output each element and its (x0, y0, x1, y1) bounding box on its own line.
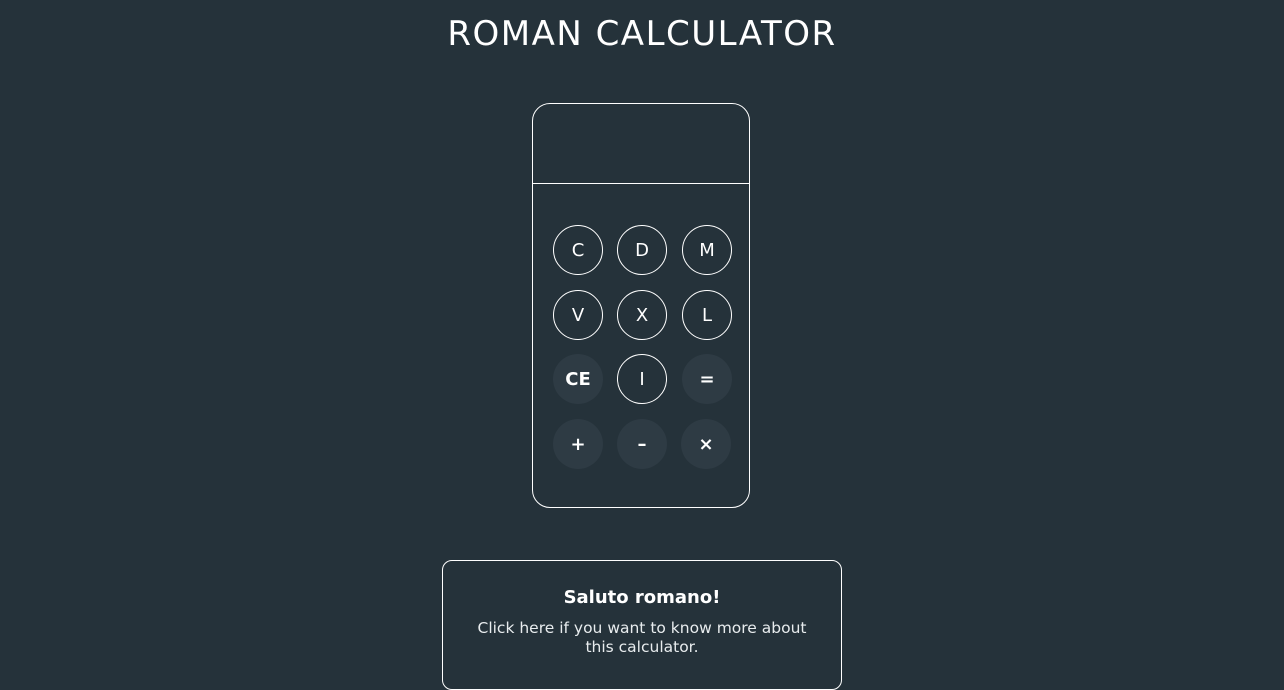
key-d-button[interactable]: D (617, 225, 667, 275)
key-l-button[interactable]: L (682, 290, 732, 340)
calculator: C D M V X L CE I = + – × (532, 103, 750, 508)
info-heading: Saluto romano! (563, 587, 721, 608)
key-m-button[interactable]: M (682, 225, 732, 275)
key-i-button[interactable]: I (617, 354, 667, 404)
calculator-display (533, 104, 749, 184)
page-title: ROMAN CALCULATOR (447, 14, 837, 54)
key-c-button[interactable]: C (553, 225, 603, 275)
info-card-link[interactable]: Saluto romano! Click here if you want to… (442, 560, 842, 690)
plus-button[interactable]: + (553, 419, 603, 469)
clear-entry-button[interactable]: CE (553, 354, 603, 404)
equals-button[interactable]: = (682, 354, 732, 404)
multiply-button[interactable]: × (681, 419, 731, 469)
key-v-button[interactable]: V (553, 290, 603, 340)
key-x-button[interactable]: X (617, 290, 667, 340)
minus-button[interactable]: – (617, 419, 667, 469)
info-text: Click here if you want to know more abou… (477, 619, 807, 656)
